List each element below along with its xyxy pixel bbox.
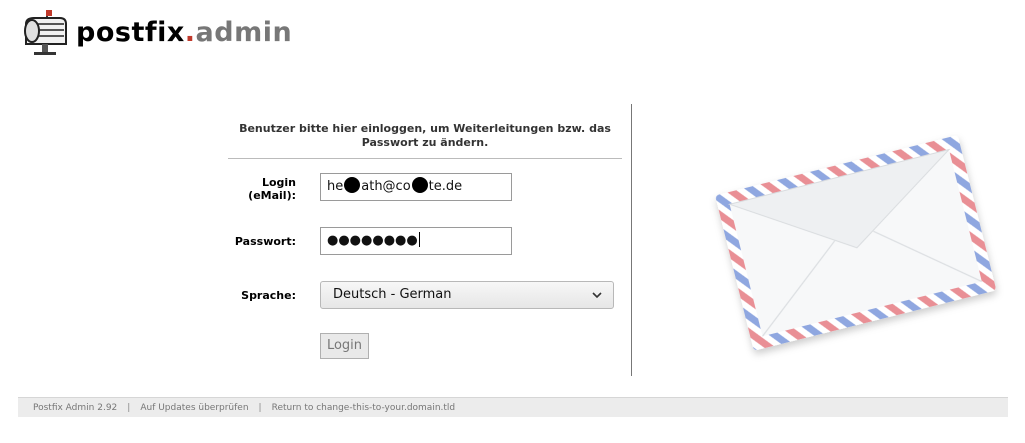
- footer-separator: |: [127, 403, 131, 413]
- email-value-part3: te.de: [428, 179, 463, 194]
- login-panel: Benutzer bitte hier einloggen, um Weiter…: [228, 118, 622, 359]
- login-label-line1: Login: [261, 176, 296, 189]
- login-label: Login (eMail):: [248, 176, 296, 202]
- language-select[interactable]: Deutsch - German: [320, 281, 614, 309]
- language-selected: Deutsch - German: [333, 287, 452, 302]
- login-label-line2: (eMail):: [248, 189, 296, 202]
- envelope-illustration: [715, 135, 996, 350]
- return-link[interactable]: Return to change-this-to-your.domain.tld: [272, 403, 456, 413]
- footer: Postfix Admin 2.92 | Auf Updates überprüfe…: [18, 397, 1008, 417]
- divider: [228, 158, 622, 159]
- redaction-mark: [411, 177, 428, 193]
- brand-name-part2: admin: [195, 16, 293, 48]
- login-intro: Benutzer bitte hier einloggen, um Weiter…: [239, 122, 611, 149]
- brand-name-part1: postfix: [76, 16, 185, 48]
- vertical-divider: [631, 104, 632, 376]
- login-button[interactable]: Login: [320, 333, 369, 359]
- version-text: Postfix Admin 2.92: [33, 403, 118, 413]
- mailbox-icon: [24, 10, 67, 55]
- check-updates-link[interactable]: Auf Updates überprüfen: [140, 403, 248, 413]
- language-label: Sprache:: [241, 289, 296, 302]
- chevron-down-icon: [592, 292, 602, 299]
- password-value: ●●●●●●●●: [327, 233, 418, 248]
- footer-separator: |: [258, 403, 262, 413]
- redaction-mark: [344, 177, 361, 193]
- email-value-part1: he: [327, 179, 344, 194]
- brand-dot: .: [184, 16, 196, 48]
- logo[interactable]: postfix.admin: [20, 8, 292, 56]
- email-field[interactable]: he ath@co te.de: [320, 173, 512, 201]
- text-caret: [418, 232, 420, 247]
- password-field[interactable]: ●●●●●●●●: [320, 227, 512, 255]
- password-label: Passwort:: [234, 235, 296, 248]
- email-value-part2: ath@co: [361, 179, 411, 194]
- brand-wordmark: postfix.admin: [76, 19, 292, 46]
